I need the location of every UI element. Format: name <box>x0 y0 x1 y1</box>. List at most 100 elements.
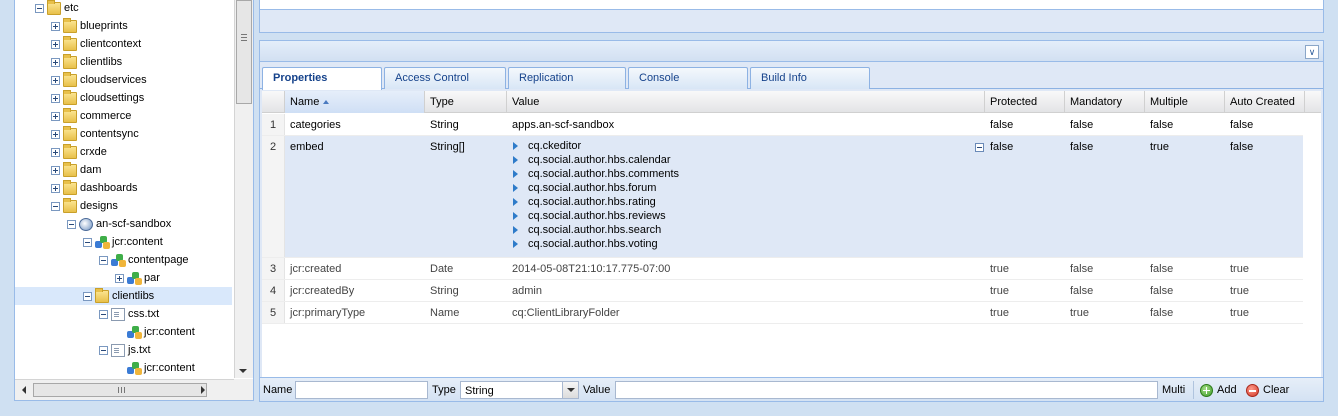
cell-auto-created[interactable]: false <box>1225 136 1305 258</box>
tree-node[interactable]: par <box>15 269 232 287</box>
scroll-left-arrow-icon[interactable] <box>22 386 26 394</box>
cell-type[interactable]: Date <box>425 258 507 280</box>
tree-node[interactable]: jcr:content <box>15 359 232 377</box>
tree-horizontal-scrollbar[interactable] <box>15 379 234 400</box>
column-header-multiple[interactable]: Multiple <box>1145 91 1225 113</box>
expand-icon[interactable] <box>51 93 60 103</box>
collapse-icon[interactable] <box>99 309 108 319</box>
cell-name[interactable]: categories <box>285 114 425 136</box>
cell-multiple[interactable]: false <box>1145 258 1225 280</box>
expand-icon[interactable] <box>51 147 60 157</box>
expand-icon[interactable] <box>51 39 60 49</box>
tree-node[interactable]: clientcontext <box>15 35 232 53</box>
property-type-select[interactable]: String <box>460 381 579 399</box>
tree-node[interactable]: crxde <box>15 143 232 161</box>
clear-button[interactable]: Clear <box>1246 381 1289 399</box>
tree-node[interactable]: contentpage <box>15 251 232 269</box>
add-button[interactable]: Add <box>1200 381 1237 399</box>
cell-protected[interactable]: false <box>985 136 1065 258</box>
collapse-icon[interactable] <box>67 219 76 229</box>
collapse-icon[interactable] <box>83 237 92 247</box>
tree-node[interactable]: cloudsettings <box>15 89 232 107</box>
collapse-icon[interactable] <box>83 291 92 301</box>
expand-icon[interactable] <box>51 21 60 31</box>
tree-node[interactable]: jcr:content <box>15 323 232 341</box>
column-header-name[interactable]: Name <box>285 91 425 113</box>
tree-node[interactable]: etc <box>15 0 232 17</box>
property-name-input[interactable] <box>295 381 428 399</box>
tab-properties[interactable]: Properties <box>262 67 382 90</box>
cell-mandatory[interactable]: true <box>1065 302 1145 324</box>
cell-name[interactable]: jcr:created <box>285 258 425 280</box>
cell-type[interactable]: String <box>425 280 507 302</box>
tree-node[interactable]: blueprints <box>15 17 232 35</box>
expand-icon[interactable] <box>51 75 60 85</box>
cell-multiple[interactable]: true <box>1145 136 1225 258</box>
cell-protected[interactable]: true <box>985 302 1065 324</box>
chevron-down-icon[interactable] <box>562 382 578 398</box>
tree-node[interactable]: cloudservices <box>15 71 232 89</box>
tab-console[interactable]: Console <box>628 67 748 89</box>
table-row[interactable]: 4 jcr:createdBy String admin true false false t… <box>262 280 1303 302</box>
cell-type[interactable]: String[] <box>425 136 507 258</box>
cell-type[interactable]: Name <box>425 302 507 324</box>
tree-vertical-scroll-thumb[interactable] <box>236 0 252 104</box>
tab-build-info[interactable]: Build Info <box>750 67 870 89</box>
tree-node[interactable]: commerce <box>15 107 232 125</box>
expand-icon[interactable] <box>51 129 60 139</box>
cell-name[interactable]: jcr:createdBy <box>285 280 425 302</box>
tree-node[interactable]: js.txt <box>15 341 232 359</box>
column-header-type[interactable]: Type <box>425 91 507 113</box>
expand-icon[interactable] <box>51 57 60 67</box>
column-header-auto-created[interactable]: Auto Created <box>1225 91 1305 113</box>
column-header-mandatory[interactable]: Mandatory <box>1065 91 1145 113</box>
cell-multiple[interactable]: false <box>1145 280 1225 302</box>
cell-value[interactable]: admin <box>507 280 985 302</box>
scroll-down-arrow-icon[interactable] <box>239 369 247 373</box>
table-row[interactable]: 1 categories String apps.an-scf-sandbox fals… <box>262 114 1303 136</box>
collapse-icon[interactable] <box>35 3 44 13</box>
table-row[interactable]: 2 embed String[] cq.ckeditor cq.social.autho… <box>262 136 1303 258</box>
collapse-icon[interactable] <box>99 255 108 265</box>
cell-value[interactable]: apps.an-scf-sandbox <box>507 114 985 136</box>
cell-name[interactable]: embed <box>285 136 425 258</box>
tree-node[interactable]: clientlibs <box>15 53 232 71</box>
tree-node[interactable]: clientlibs <box>15 287 232 305</box>
tree-node[interactable]: css.txt <box>15 305 232 323</box>
cell-protected[interactable]: true <box>985 258 1065 280</box>
expand-icon[interactable] <box>51 111 60 121</box>
collapse-values-icon[interactable] <box>975 143 984 152</box>
cell-auto-created[interactable]: true <box>1225 258 1305 280</box>
expand-icon[interactable] <box>51 165 60 175</box>
table-row[interactable]: 5 jcr:primaryType Name cq:ClientLibraryFold… <box>262 302 1303 324</box>
tree-node[interactable]: designs <box>15 197 232 215</box>
double-chevron-down-icon[interactable]: ∨ <box>1305 45 1319 59</box>
cell-type[interactable]: String <box>425 114 507 136</box>
cell-value[interactable]: cq.ckeditor cq.social.author.hbs.calendar… <box>507 136 985 258</box>
tab-access-control[interactable]: Access Control <box>384 67 506 89</box>
cell-name[interactable]: jcr:primaryType <box>285 302 425 324</box>
cell-mandatory[interactable]: false <box>1065 258 1145 280</box>
cell-mandatory[interactable]: false <box>1065 136 1145 258</box>
cell-auto-created[interactable]: false <box>1225 114 1305 136</box>
tree-horizontal-scroll-thumb[interactable] <box>33 383 207 397</box>
tab-replication[interactable]: Replication <box>508 67 626 89</box>
cell-value[interactable]: cq:ClientLibraryFolder <box>507 302 985 324</box>
cell-auto-created[interactable]: true <box>1225 280 1305 302</box>
cell-value[interactable]: 2014-05-08T21:10:17.775-07:00 <box>507 258 985 280</box>
cell-protected[interactable]: false <box>985 114 1065 136</box>
cell-multiple[interactable]: false <box>1145 114 1225 136</box>
cell-mandatory[interactable]: false <box>1065 114 1145 136</box>
tree-node[interactable]: dashboards <box>15 179 232 197</box>
scroll-right-arrow-icon[interactable] <box>201 386 205 394</box>
tree-vertical-scrollbar[interactable] <box>234 0 253 378</box>
tree-node[interactable]: contentsync <box>15 125 232 143</box>
collapse-icon[interactable] <box>99 345 108 355</box>
collapse-icon[interactable] <box>51 201 60 211</box>
expand-icon[interactable] <box>51 183 60 193</box>
property-value-input[interactable] <box>615 381 1158 399</box>
table-row[interactable]: 3 jcr:created Date 2014-05-08T21:10:17.775-… <box>262 258 1303 280</box>
tree-node[interactable]: an-scf-sandbox <box>15 215 232 233</box>
tree-node[interactable]: dam <box>15 161 232 179</box>
cell-multiple[interactable]: false <box>1145 302 1225 324</box>
